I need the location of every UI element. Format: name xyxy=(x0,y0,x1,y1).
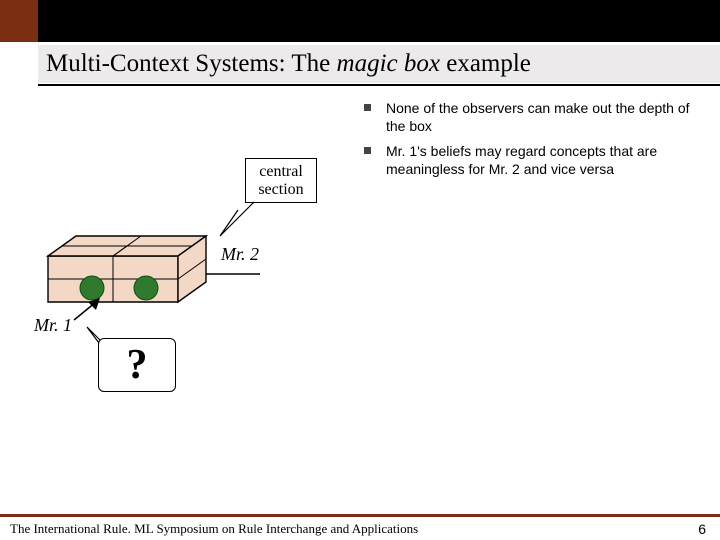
bullet-text: Mr. 1's beliefs may regard concepts that… xyxy=(386,143,657,177)
mr1-label: Mr. 1 xyxy=(34,315,72,336)
title-part1: Multi-Context Systems: The xyxy=(46,50,337,77)
bullet-item: Mr. 1's beliefs may regard concepts that… xyxy=(354,143,712,178)
central-section-callout: central section xyxy=(245,158,317,203)
arrow-up-right-icon xyxy=(72,298,102,322)
bullet-list: None of the observers can make out the d… xyxy=(354,100,712,186)
footer-text: The International Rule. ML Symposium on … xyxy=(10,521,418,537)
title-part2: example xyxy=(440,50,531,77)
top-accent-bar xyxy=(0,0,720,42)
magic-box-figure xyxy=(42,232,214,310)
central-label-line1: central xyxy=(252,163,310,181)
central-label-line2: section xyxy=(252,181,310,199)
question-callout: ? xyxy=(98,338,176,392)
footer: The International Rule. ML Symposium on … xyxy=(0,514,720,540)
square-bullet-icon xyxy=(364,147,371,154)
question-mark: ? xyxy=(127,341,148,389)
bullet-item: None of the observers can make out the d… xyxy=(354,100,712,135)
page-number: 6 xyxy=(698,521,706,537)
bullet-text: None of the observers can make out the d… xyxy=(386,100,690,134)
square-bullet-icon xyxy=(364,104,371,111)
top-black-strip xyxy=(38,0,720,42)
mr2-label: Mr. 2 xyxy=(221,244,259,265)
title-italic: magic box xyxy=(337,50,440,77)
title-underline xyxy=(38,84,720,86)
slide-title: Multi-Context Systems: The magic box exa… xyxy=(46,50,531,78)
slide-title-area: Multi-Context Systems: The magic box exa… xyxy=(38,45,720,83)
speech-pointer-icon xyxy=(218,200,256,238)
slide: Multi-Context Systems: The magic box exa… xyxy=(0,0,720,540)
